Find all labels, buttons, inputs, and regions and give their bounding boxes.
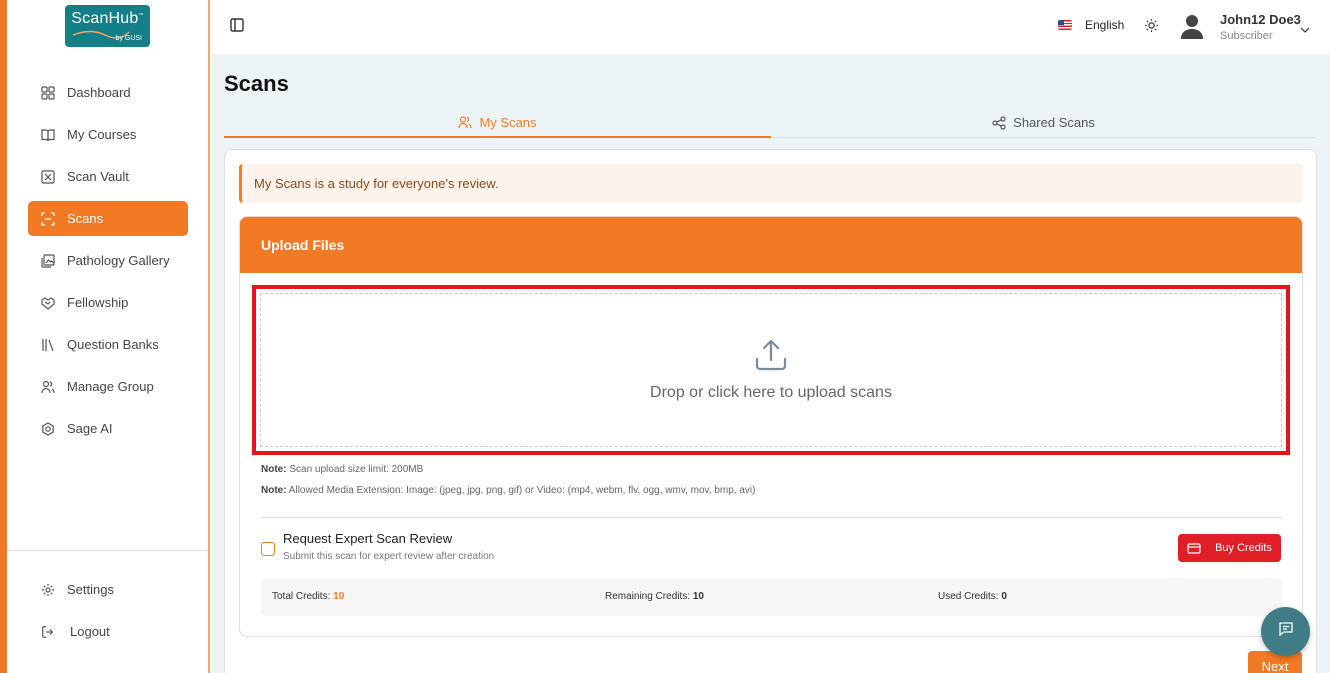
sidebar: ScanHub™ by GUSI Dashboard My Courses Sc… (7, 0, 210, 673)
upload-extension-note: Note: Allowed Media Extension: Image: (j… (261, 485, 755, 496)
note-text: Scan upload size limit: 200MB (289, 464, 424, 475)
remaining-credits: Remaining Credits: 10 (605, 591, 704, 602)
note-text: Allowed Media Extension: Image: (jpeg, j… (288, 485, 756, 496)
remaining-credits-value: 10 (692, 591, 704, 602)
avatar[interactable] (1178, 12, 1206, 45)
scan-card: My Scans is a study for everyone's revie… (224, 149, 1317, 673)
sidebar-item-sage-ai[interactable]: Sage AI (28, 411, 188, 446)
vault-icon (41, 169, 55, 184)
chat-button[interactable] (1261, 607, 1310, 656)
dropzone-highlight: Drop or click here to upload scans (252, 285, 1290, 455)
sage-ai-icon (41, 421, 55, 436)
sidebar-item-scan-vault[interactable]: Scan Vault (28, 159, 188, 194)
sidebar-item-label: Sage AI (67, 421, 113, 436)
brand-name: ScanHub (71, 10, 139, 27)
sidebar-item-label: Logout (70, 624, 110, 639)
handshake-icon (41, 296, 55, 310)
sidebar-item-label: Scans (67, 211, 104, 226)
remaining-credits-label: Remaining Credits: (605, 591, 691, 602)
sidebar-item-scans[interactable]: Scans (28, 201, 188, 236)
sidebar-item-fellowship[interactable]: Fellowship (28, 285, 188, 320)
sun-icon[interactable] (1144, 18, 1159, 38)
sidebar-item-dashboard[interactable]: Dashboard (28, 75, 188, 110)
sidebar-item-logout[interactable]: Logout (28, 614, 188, 649)
divider (261, 517, 1282, 518)
used-credits-label: Used Credits: (938, 591, 999, 602)
upload-icon (754, 339, 788, 376)
sidebar-item-settings[interactable]: Settings (28, 572, 188, 607)
sidebar-item-pathology-gallery[interactable]: Pathology Gallery (28, 243, 188, 278)
scan-icon (41, 211, 55, 226)
user-name[interactable]: John12 Doe3 (1220, 12, 1301, 27)
expert-review-checkbox[interactable] (261, 542, 275, 556)
grid-icon (41, 85, 55, 100)
total-credits-label: Total Credits: (272, 591, 331, 602)
language-selector[interactable]: English (1058, 18, 1124, 32)
note-prefix: Note: (261, 464, 287, 475)
upload-files-header: Upload Files (240, 217, 1302, 273)
page-title: Scans (224, 71, 289, 96)
sidebar-item-label: Pathology Gallery (67, 253, 170, 268)
expert-review-subtitle: Submit this scan for expert review after… (283, 551, 495, 562)
sidebar-item-manage-group[interactable]: Manage Group (28, 369, 188, 404)
brand-tm: ™ (138, 12, 144, 19)
buy-credits-label: Buy Credits (1215, 542, 1272, 554)
sidebar-toggle-icon[interactable] (230, 18, 244, 37)
sidebar-item-label: Settings (67, 582, 114, 597)
total-credits: Total Credits: 10 (272, 591, 344, 602)
tab-label: Shared Scans (1013, 115, 1095, 130)
chevron-down-icon[interactable] (1300, 21, 1310, 39)
upload-size-note: Note: Scan upload size limit: 200MB (261, 464, 423, 475)
users-icon (41, 380, 55, 394)
share-icon (992, 115, 1006, 130)
upload-dropzone[interactable]: Drop or click here to upload scans (260, 293, 1282, 447)
sidebar-item-label: Fellowship (67, 295, 129, 310)
used-credits: Used Credits: 0 (938, 591, 1007, 602)
language-label: English (1085, 18, 1125, 32)
sidebar-item-label: Scan Vault (67, 169, 129, 184)
credit-card-icon (1187, 542, 1201, 554)
sidebar-item-my-courses[interactable]: My Courses (28, 117, 188, 152)
accent-strip (0, 0, 7, 673)
scanhub-logo[interactable]: ScanHub™ by GUSI (65, 5, 150, 47)
sidebar-item-question-banks[interactable]: Question Banks (28, 327, 188, 362)
sidebar-item-label: Manage Group (67, 379, 154, 394)
used-credits-value: 0 (1001, 591, 1007, 602)
dropzone-text: Drop or click here to upload scans (650, 383, 892, 401)
info-alert: My Scans is a study for everyone's revie… (239, 164, 1303, 203)
sidebar-item-label: My Courses (67, 127, 137, 142)
expert-review-title[interactable]: Request Expert Scan Review (283, 531, 452, 546)
topbar: English John12 Doe3 Subscriber (212, 0, 1330, 54)
logout-icon (41, 625, 55, 639)
sidebar-item-label: Dashboard (67, 85, 131, 100)
sidebar-divider (7, 550, 208, 551)
chat-icon (1278, 621, 1294, 642)
sidebar-item-label: Question Banks (67, 337, 159, 352)
users-icon (458, 115, 473, 129)
main-content: Scans My Scans Shared Scans My Scans is … (212, 54, 1330, 673)
brand-sub: by GUSI (115, 35, 142, 42)
gear-icon (41, 583, 55, 597)
credits-summary: Total Credits: 10 Remaining Credits: 10 … (261, 578, 1282, 616)
buy-credits-button[interactable]: Buy Credits (1178, 534, 1281, 562)
total-credits-value: 10 (333, 591, 345, 602)
tab-shared-scans[interactable]: Shared Scans (771, 108, 1316, 138)
gallery-icon (41, 253, 55, 268)
tab-my-scans[interactable]: My Scans (224, 108, 771, 138)
us-flag-icon (1058, 20, 1072, 30)
user-role: Subscriber (1220, 30, 1273, 42)
note-prefix: Note: (261, 485, 287, 496)
library-icon (41, 338, 55, 352)
book-open-icon (41, 128, 55, 142)
tab-label: My Scans (479, 114, 537, 130)
upload-files-panel: Upload Files Drop or click here to uploa… (239, 216, 1303, 637)
